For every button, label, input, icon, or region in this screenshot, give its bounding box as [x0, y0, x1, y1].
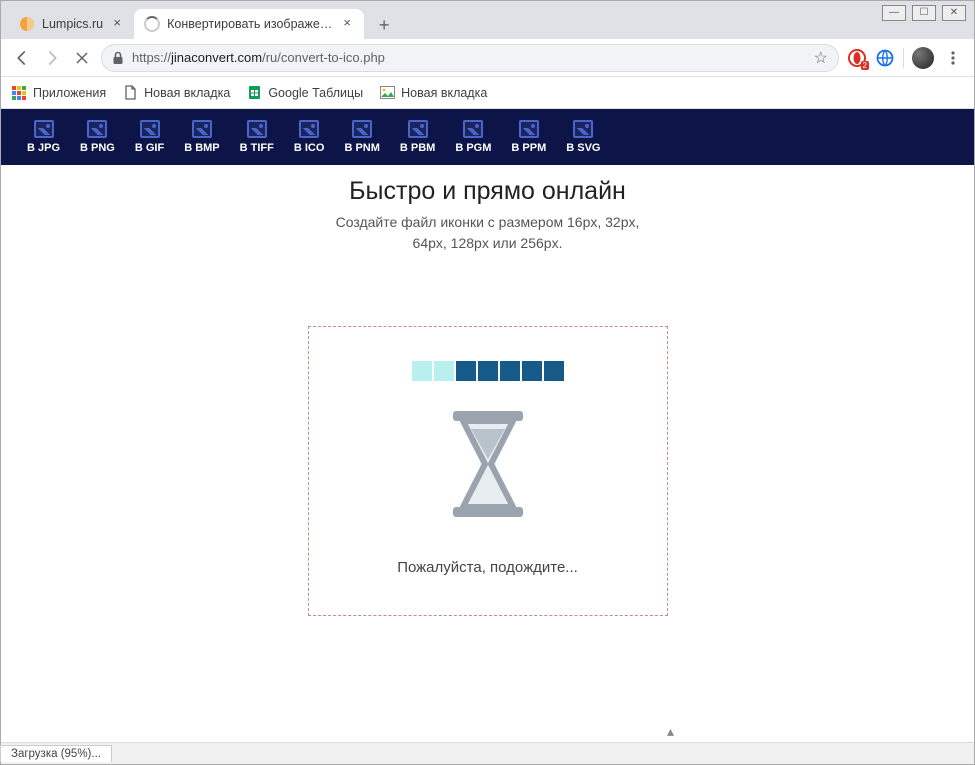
apps-label: Приложения [33, 86, 106, 100]
tab-close-icon[interactable]: × [340, 17, 354, 31]
format-label: В PPM [511, 142, 546, 154]
format-link[interactable]: В PPM [511, 120, 546, 154]
tab-strip: Lumpics.ru × Конвертировать изображения … [1, 1, 974, 39]
progress-cell [478, 361, 498, 381]
window-minimize-button[interactable]: — [882, 5, 906, 21]
format-label: В SVG [566, 142, 600, 154]
format-label: В PNG [80, 142, 115, 154]
upload-dropzone[interactable]: Пожалуйста, подождите... [308, 326, 668, 616]
format-label: В TIFF [240, 142, 274, 154]
image-format-icon [87, 120, 107, 138]
image-format-icon [463, 120, 483, 138]
tab-jinaconvert[interactable]: Конвертировать изображения × [134, 9, 364, 39]
address-bar[interactable]: https://jinaconvert.com/ru/convert-to-ic… [101, 44, 839, 72]
format-link[interactable]: В ICO [294, 120, 325, 154]
progress-cell [434, 361, 454, 381]
tab-close-icon[interactable]: × [110, 17, 124, 31]
format-label: В JPG [27, 142, 60, 154]
wait-text: Пожалуйста, подождите... [397, 559, 578, 576]
image-format-icon [352, 120, 372, 138]
bookmark-item[interactable]: Новая вкладка [379, 85, 487, 101]
format-label: В BMP [184, 142, 219, 154]
image-format-icon [299, 120, 319, 138]
tab-lumpics[interactable]: Lumpics.ru × [9, 9, 134, 39]
extension-badge: 2 [861, 61, 869, 70]
bookmark-label: Новая вкладка [401, 86, 487, 100]
hourglass-icon [443, 409, 533, 519]
picture-icon [379, 85, 395, 101]
format-link[interactable]: В SVG [566, 120, 600, 154]
page-viewport: В JPG В PNG В GIF В BMP В TIFF В ICO В PNM В PB… [1, 109, 974, 742]
image-format-icon [573, 120, 593, 138]
bookmarks-bar: Приложения Новая вкладка Google Таблицы … [1, 77, 974, 109]
progress-cell [500, 361, 520, 381]
image-format-icon [247, 120, 267, 138]
toolbar-separator [903, 48, 904, 68]
format-label: В PBM [400, 142, 435, 154]
stop-button[interactable] [71, 47, 93, 69]
image-format-icon [519, 120, 539, 138]
format-link[interactable]: В PNG [80, 120, 115, 154]
tab-title: Lumpics.ru [42, 17, 103, 31]
menu-button[interactable] [942, 47, 964, 69]
browser-window: — ☐ ✕ Lumpics.ru × Конвертировать изобра… [0, 0, 975, 765]
url-text: https://jinaconvert.com/ru/convert-to-ic… [132, 50, 385, 65]
progress-cell [456, 361, 476, 381]
window-controls: — ☐ ✕ [882, 5, 966, 21]
page-subline: Создайте файл иконки с размером 16px, 32… [1, 212, 974, 254]
page-headline: Быстро и прямо онлайн [1, 177, 974, 206]
format-link[interactable]: В PBM [400, 120, 435, 154]
image-format-icon [192, 120, 212, 138]
format-link[interactable]: В GIF [135, 120, 164, 154]
format-link[interactable]: В BMP [184, 120, 219, 154]
back-button[interactable] [11, 47, 33, 69]
bookmark-item[interactable]: Новая вкладка [122, 85, 230, 101]
loading-spinner-icon [144, 16, 160, 32]
apps-grid-icon [11, 85, 27, 101]
lock-icon [112, 51, 124, 65]
format-label: В ICO [294, 142, 325, 154]
profile-avatar[interactable] [912, 47, 934, 69]
window-close-button[interactable]: ✕ [942, 5, 966, 21]
scroll-down-icon: ▴ [667, 723, 674, 740]
bookmark-item[interactable]: Google Таблицы [246, 85, 363, 101]
format-label: В PNM [344, 142, 379, 154]
page-icon [122, 85, 138, 101]
extension-globe-icon[interactable] [875, 48, 895, 68]
format-label: В GIF [135, 142, 164, 154]
bookmark-star-icon[interactable]: ☆ [814, 48, 828, 68]
tab-title: Конвертировать изображения [167, 17, 333, 31]
favicon-lumpics [19, 16, 35, 32]
image-format-icon [140, 120, 160, 138]
image-format-icon [408, 120, 428, 138]
image-format-icon [34, 120, 54, 138]
status-text: Загрузка (95%)... [0, 745, 112, 762]
progress-bar [412, 361, 564, 381]
page-content: Быстро и прямо онлайн Создайте файл икон… [1, 165, 974, 616]
bookmark-label: Google Таблицы [268, 86, 363, 100]
format-link[interactable]: В JPG [27, 120, 60, 154]
new-tab-button[interactable]: + [370, 11, 398, 39]
progress-cell [544, 361, 564, 381]
extension-opera-icon[interactable]: 2 [847, 48, 867, 68]
progress-cell [522, 361, 542, 381]
apps-shortcut[interactable]: Приложения [11, 85, 106, 101]
format-link[interactable]: В PNM [344, 120, 379, 154]
format-link[interactable]: В PGM [455, 120, 491, 154]
browser-toolbar: https://jinaconvert.com/ru/convert-to-ic… [1, 39, 974, 77]
format-navbar: В JPG В PNG В GIF В BMP В TIFF В ICO В PNM В PB… [1, 109, 974, 165]
format-link[interactable]: В TIFF [240, 120, 274, 154]
forward-button[interactable] [41, 47, 63, 69]
window-maximize-button[interactable]: ☐ [912, 5, 936, 21]
format-label: В PGM [455, 142, 491, 154]
bookmark-label: Новая вкладка [144, 86, 230, 100]
sheets-icon [246, 85, 262, 101]
progress-cell [412, 361, 432, 381]
status-bar: Загрузка (95%)... [1, 742, 974, 764]
